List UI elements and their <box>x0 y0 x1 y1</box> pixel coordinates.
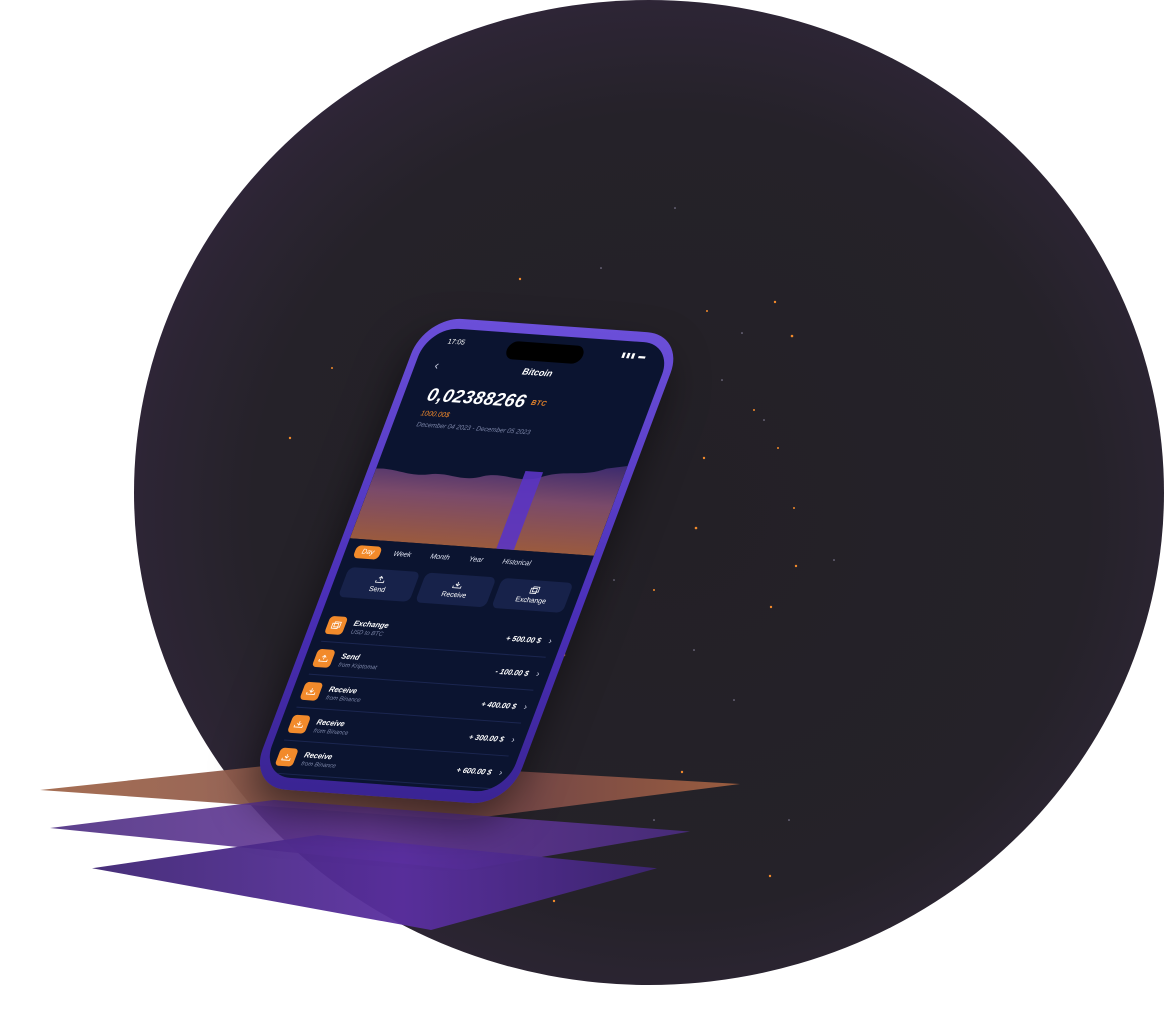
tab-year[interactable]: Year <box>460 552 493 567</box>
receive-button[interactable]: Receive <box>414 572 497 608</box>
download-icon <box>452 581 462 589</box>
tab-day[interactable]: Day <box>352 544 384 560</box>
download-icon <box>274 747 299 767</box>
send-label: Send <box>367 585 387 594</box>
upload-icon <box>311 648 336 668</box>
price-area-chart <box>349 465 628 556</box>
date-range: December 04 2023 - December 05 2023 <box>415 421 532 437</box>
tab-historical[interactable]: Historical <box>493 555 540 571</box>
tx-amount: + 300.00 $ <box>467 731 506 744</box>
balance-amount: 0,02388266 <box>424 384 530 412</box>
chevron-right-icon: › <box>510 734 517 745</box>
status-time: 17:05 <box>446 338 467 347</box>
action-buttons: Send Receive Exchange <box>337 566 574 613</box>
tx-amount: + 500.00 $ <box>504 633 543 645</box>
chart-area <box>349 465 628 556</box>
chevron-right-icon: › <box>522 701 530 712</box>
tab-month[interactable]: Month <box>421 549 459 564</box>
page-title: Bitcoin <box>520 366 555 379</box>
chevron-right-icon: › <box>534 668 542 679</box>
chevron-right-icon: › <box>547 635 554 646</box>
send-button[interactable]: Send <box>337 566 421 602</box>
btc-balance: 0,02388266BTC <box>424 384 551 413</box>
download-icon <box>299 681 324 701</box>
exchange-label: Exchange <box>513 596 548 606</box>
exchange-button[interactable]: Exchange <box>491 577 574 613</box>
exchange-icon <box>324 615 349 636</box>
download-icon <box>286 714 312 734</box>
receive-label: Receive <box>440 591 468 600</box>
dynamic-island <box>503 340 587 365</box>
tab-week[interactable]: Week <box>384 547 420 562</box>
exchange-icon <box>528 586 541 594</box>
signal-battery-icon: ▮▮▮ ▬ <box>620 351 648 361</box>
chevron-right-icon: › <box>497 767 505 778</box>
fiat-value: 1000.00$ <box>419 410 451 420</box>
tx-amount: + 600.00 $ <box>455 764 494 777</box>
transaction-list: Exchange USD to BTC + 500.00 $ › Send from… <box>271 608 558 790</box>
upload-icon <box>375 575 385 584</box>
tx-amount: - 100.00 $ <box>494 666 531 678</box>
balance-unit: BTC <box>529 399 548 408</box>
tx-amount: + 400.00 $ <box>479 698 519 711</box>
